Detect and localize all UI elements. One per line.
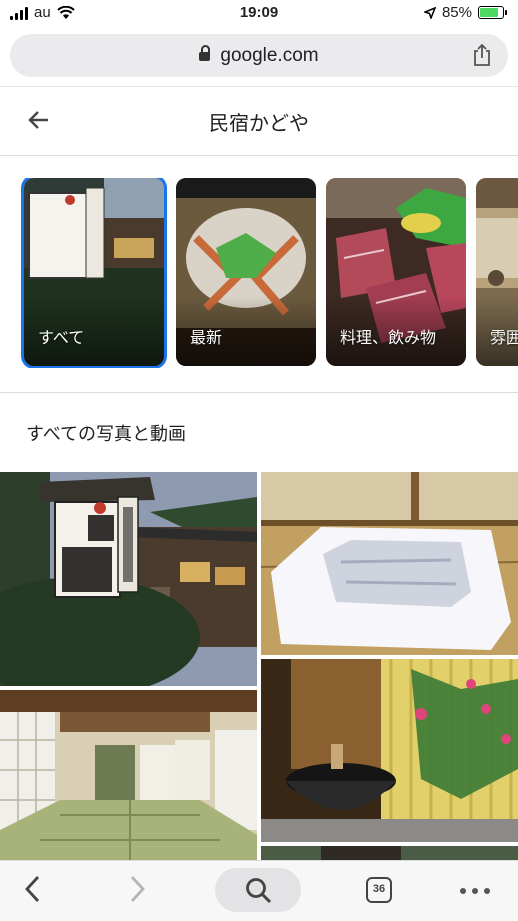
filter-label: 料理、飲み物 <box>340 328 437 347</box>
page-title: 民宿かどや <box>209 111 309 135</box>
photo-futon-image <box>261 472 518 655</box>
lock-icon <box>199 45 211 61</box>
filter-carousel[interactable]: すべて 最新 料理、飲み物 雰囲 <box>0 178 518 368</box>
filter-label: すべて <box>38 328 85 347</box>
photo-building[interactable] <box>0 472 257 686</box>
url-text: google.com <box>220 44 319 66</box>
tabs-icon[interactable]: 36 <box>366 877 392 903</box>
section-divider <box>0 392 518 393</box>
location-icon <box>423 6 436 19</box>
photo-futon[interactable] <box>261 472 518 655</box>
section-title: すべての写真と動画 <box>26 424 187 445</box>
share-icon[interactable] <box>472 43 492 67</box>
url-bar[interactable]: google.com <box>10 34 508 77</box>
search-icon <box>246 878 272 904</box>
filter-chip-all[interactable]: すべて <box>24 178 164 366</box>
filter-chip-food[interactable]: 料理、飲み物 <box>326 178 466 366</box>
photo-bath-image <box>261 659 518 842</box>
battery-percent: 85% <box>441 4 472 21</box>
status-bar: au 19:09 85% <box>0 0 518 26</box>
filter-chip-atmosphere[interactable]: 雰囲 <box>476 178 518 366</box>
battery-icon <box>478 6 507 19</box>
filter-label: 雰囲 <box>490 328 518 347</box>
page-header: 民宿かどや <box>0 86 518 156</box>
filter-chip-latest[interactable]: 最新 <box>176 178 316 366</box>
photo-tatami-room[interactable] <box>0 690 257 860</box>
filter-label: 最新 <box>190 328 223 347</box>
browser-forward-icon[interactable] <box>126 871 148 907</box>
search-button[interactable] <box>215 868 301 912</box>
more-icon[interactable] <box>460 888 490 894</box>
photo-tatami-image <box>0 690 257 860</box>
browser-toolbar: 36 <box>0 860 518 921</box>
browser-back-icon[interactable] <box>22 871 44 907</box>
photo-building-image <box>0 472 257 686</box>
photo-bath[interactable] <box>261 659 518 842</box>
status-right: 85% <box>423 4 507 21</box>
